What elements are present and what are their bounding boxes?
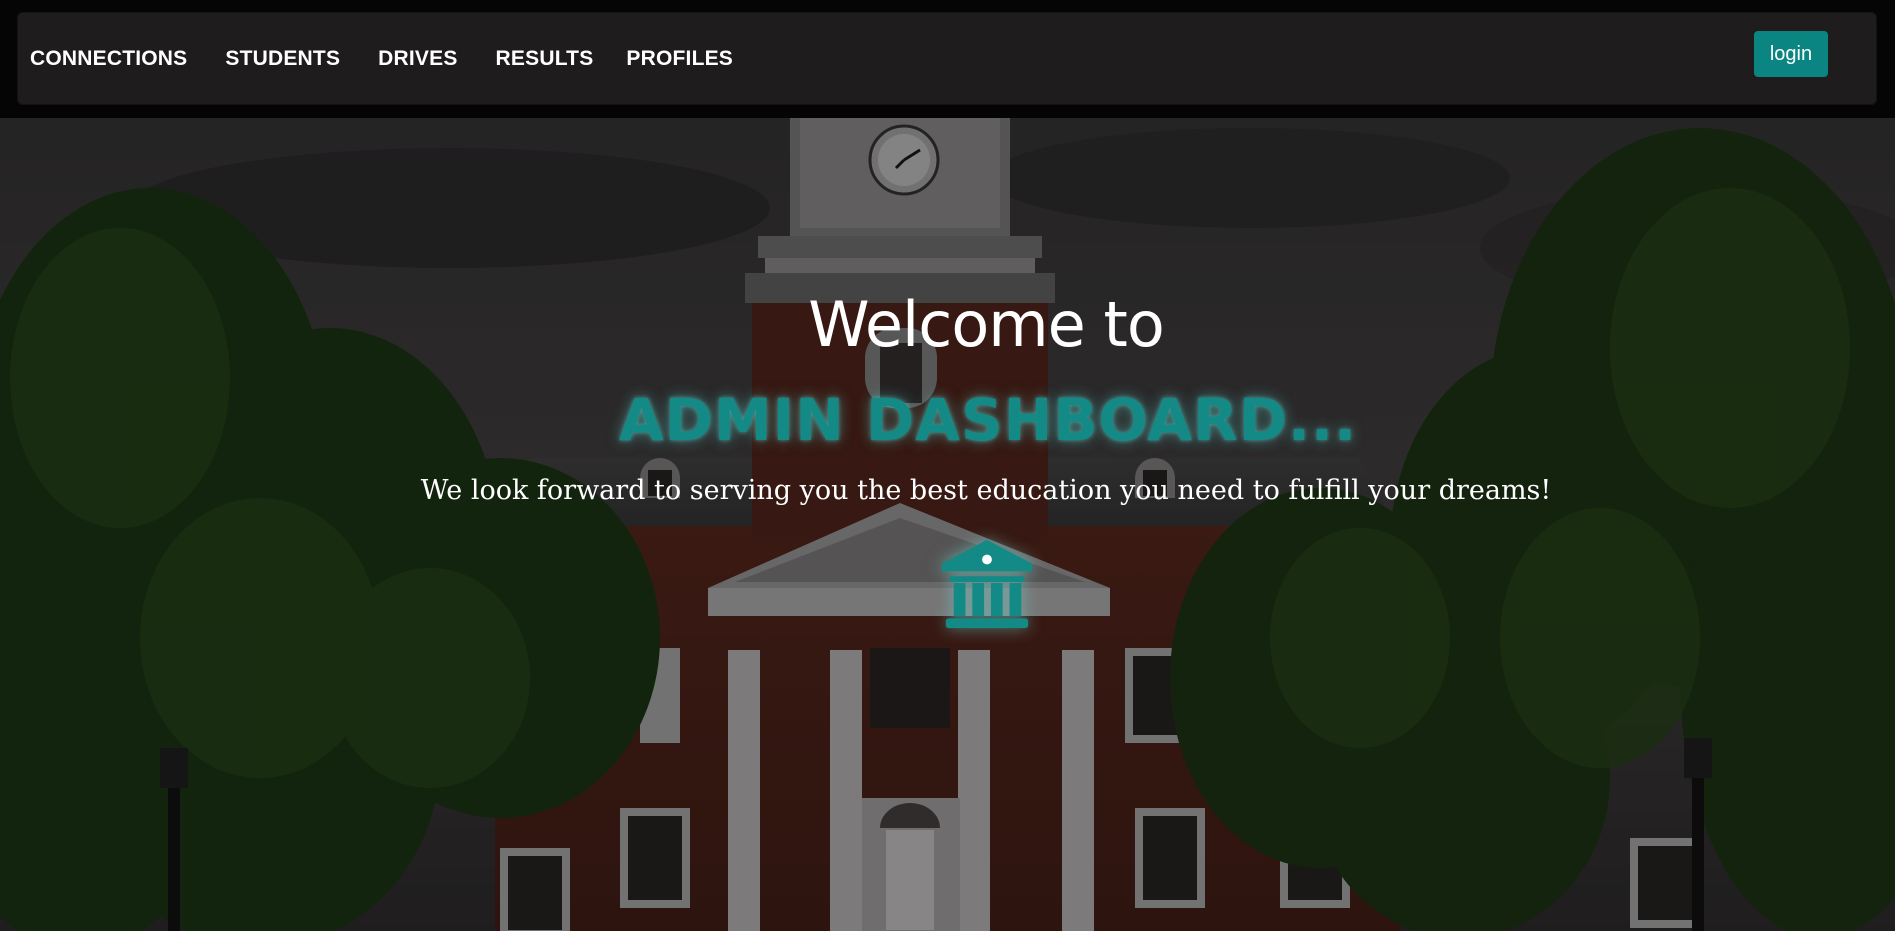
top-bar: CONNECTIONS STUDENTS DRIVES RESULTS PROF… <box>0 0 1895 118</box>
admin-dashboard-title: ADMIN DASHBOARD... <box>618 386 1358 454</box>
page: CONNECTIONS STUDENTS DRIVES RESULTS PROF… <box>0 0 1895 931</box>
nav-link-results[interactable]: RESULTS <box>496 47 594 71</box>
hero-section: Welcome to ADMIN DASHBOARD... We look fo… <box>0 118 1895 931</box>
tagline-text: We look forward to serving you the best … <box>420 475 1552 506</box>
institution-icon <box>941 539 1033 629</box>
welcome-heading: Welcome to <box>808 288 1165 361</box>
nav-link-profiles[interactable]: PROFILES <box>626 47 733 71</box>
hero-content: Welcome to ADMIN DASHBOARD... We look fo… <box>0 118 1895 931</box>
nav-link-connections[interactable]: CONNECTIONS <box>30 47 187 71</box>
nav-link-drives[interactable]: DRIVES <box>378 47 457 71</box>
nav-links: CONNECTIONS STUDENTS DRIVES RESULTS PROF… <box>30 12 733 105</box>
nav-link-students[interactable]: STUDENTS <box>225 47 340 71</box>
login-button[interactable]: login <box>1754 31 1828 77</box>
navbar: CONNECTIONS STUDENTS DRIVES RESULTS PROF… <box>17 12 1877 105</box>
